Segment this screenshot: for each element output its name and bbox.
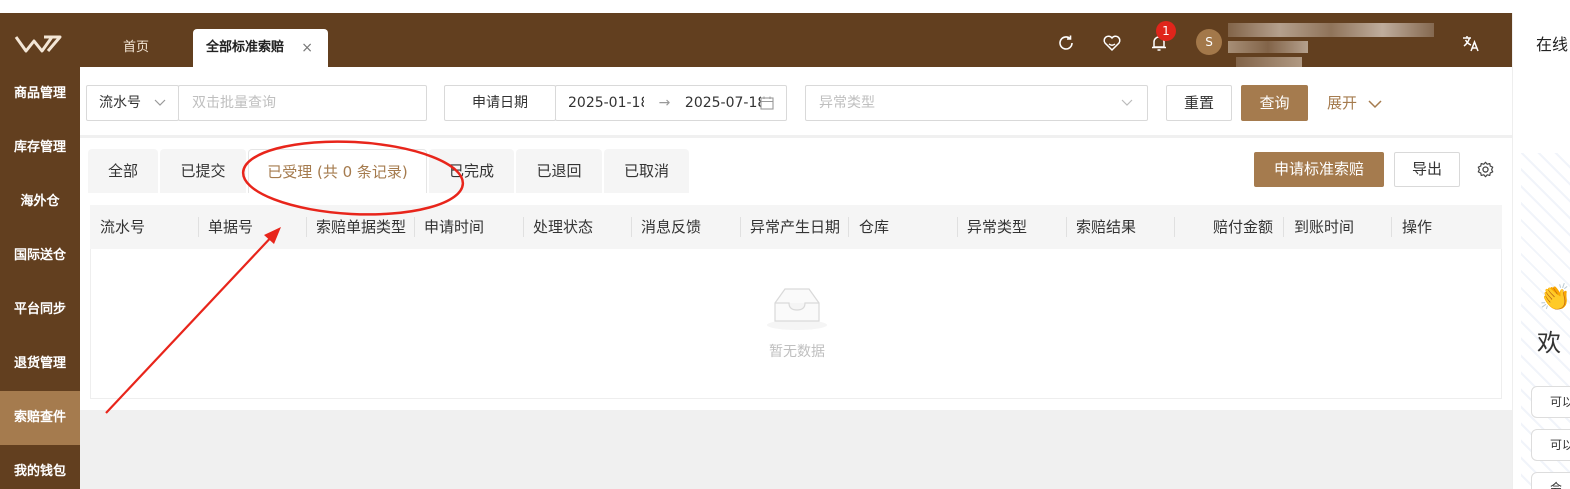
redacted-username [1228, 23, 1434, 37]
column-header: 赔付金额 [1213, 218, 1274, 236]
chat-panel: 在线 👏 欢 可以 可以 会 [1512, 13, 1570, 489]
tab-home[interactable]: 首页 [96, 29, 176, 67]
sidebar-item-claims[interactable]: 索赔查件 [0, 391, 80, 445]
reset-button[interactable]: 重置 [1166, 85, 1232, 121]
tab-returned[interactable]: 已退回 [516, 149, 602, 193]
tab-completed[interactable]: 已完成 [429, 149, 514, 193]
tab-cancelled[interactable]: 已取消 [604, 149, 689, 193]
column-divider [1391, 217, 1392, 237]
column-header: 操作 [1402, 218, 1433, 236]
column-header: 单据号 [208, 218, 254, 236]
calendar-icon [760, 96, 774, 110]
expand-toggle[interactable]: 展开 [1327, 85, 1382, 121]
chevron-down-icon [1368, 100, 1382, 109]
tab-label: 全部标准索赔 [206, 40, 285, 55]
tab-submitted[interactable]: 已提交 [160, 149, 246, 193]
exception-type-select[interactable]: 异常类型 [805, 85, 1148, 121]
table-header: 流水号 单据号 索赔单据类型 申请时间 处理状态 消息反馈 异常产生日期 仓库 … [90, 205, 1502, 249]
quick-question-button[interactable]: 可以 [1531, 386, 1570, 418]
empty-inbox-icon [767, 288, 827, 330]
sidebar-item-label: 商品管理 [13, 86, 66, 101]
date-start: 2025-01-18 [568, 95, 644, 111]
avatar[interactable]: S [1196, 29, 1222, 55]
table-body: 暂无数据 [90, 249, 1502, 399]
export-button[interactable]: 导出 [1394, 152, 1460, 187]
column-header: 消息反馈 [641, 218, 702, 236]
sidebar-item-wallet[interactable]: 我的钱包 [0, 445, 80, 489]
chevron-down-icon [154, 99, 166, 106]
quick-question-button[interactable]: 可以 [1531, 429, 1570, 461]
top-header: 首页 全部标准索赔 × 1 S [0, 13, 1512, 67]
column-header: 索赔单据类型 [316, 218, 407, 236]
column-divider [1066, 217, 1067, 237]
chat-panel-title: 在线 [1536, 35, 1569, 54]
date-end: 2025-07-18 [684, 95, 761, 111]
batch-search-input[interactable]: 双击批量查询 [178, 85, 427, 121]
batch-search-placeholder: 双击批量查询 [192, 95, 276, 111]
sidebar-item-products[interactable]: 商品管理 [0, 67, 80, 121]
close-icon[interactable]: × [301, 29, 313, 67]
sidebar: 商品管理 库存管理 海外仓 国际送仓 平台同步 退货管理 索赔查件 我的钱包 [0, 67, 80, 489]
tab-all[interactable]: 全部 [88, 149, 158, 193]
tab-all-standard-claims[interactable]: 全部标准索赔 × [193, 29, 328, 67]
sidebar-item-platform-sync[interactable]: 平台同步 [0, 283, 80, 337]
date-separator: → [658, 95, 671, 111]
expand-label: 展开 [1327, 94, 1358, 112]
column-divider [306, 217, 307, 237]
column-header: 仓库 [859, 218, 890, 236]
search-button[interactable]: 查询 [1241, 85, 1308, 121]
exception-type-placeholder: 异常类型 [819, 95, 875, 111]
waving-hand-icon: 👏 [1539, 283, 1570, 313]
notification-badge: 1 [1156, 21, 1176, 41]
empty-text: 暂无数据 [769, 344, 825, 360]
column-divider [414, 217, 415, 237]
sidebar-item-label: 库存管理 [13, 140, 66, 155]
column-divider [198, 217, 199, 237]
serial-select-value: 流水号 [99, 95, 141, 111]
sidebar-item-label: 平台同步 [13, 302, 66, 317]
date-type-select[interactable]: 申请日期 [444, 85, 556, 121]
column-header: 索赔结果 [1076, 218, 1137, 236]
welcome-text: 欢 [1537, 329, 1561, 357]
apply-standard-claim-button[interactable]: 申请标准索赔 [1254, 152, 1384, 187]
sidebar-item-label: 我的钱包 [13, 464, 66, 479]
column-header: 申请时间 [424, 218, 485, 236]
serial-select[interactable]: 流水号 [86, 85, 179, 121]
sidebar-item-international-delivery[interactable]: 国际送仓 [0, 229, 80, 283]
column-divider [1283, 217, 1284, 237]
column-header: 处理状态 [533, 218, 594, 236]
filter-bar: 流水号 双击批量查询 申请日期 2025-01-18 → 2025-07-18 … [80, 67, 1512, 135]
date-type-label: 申请日期 [472, 95, 528, 111]
column-divider [957, 217, 958, 237]
sidebar-item-inventory[interactable]: 库存管理 [0, 121, 80, 175]
logo-icon [14, 35, 62, 53]
column-header: 异常类型 [967, 218, 1028, 236]
translate-icon[interactable] [1461, 33, 1481, 53]
column-divider [631, 217, 632, 237]
column-header: 异常产生日期 [750, 218, 841, 236]
chevron-down-icon [1121, 99, 1133, 106]
tab-accepted[interactable]: 已受理 (共 0 条记录) [248, 149, 427, 193]
column-header: 到账时间 [1294, 218, 1355, 236]
redacted-username [1236, 57, 1302, 67]
tab-home-label: 首页 [122, 40, 149, 55]
app-window: 首页 全部标准索赔 × 1 S 商品管理 库存管理 海外仓 国际送仓 平台同步 … [0, 13, 1512, 489]
column-header: 流水号 [100, 218, 146, 236]
settings-gear-icon[interactable] [1477, 161, 1494, 178]
sidebar-item-returns[interactable]: 退货管理 [0, 337, 80, 391]
sidebar-item-label: 索赔查件 [13, 410, 66, 425]
redacted-username [1228, 41, 1308, 53]
column-divider [740, 217, 741, 237]
column-divider [523, 217, 524, 237]
quick-question-button[interactable]: 会 [1531, 472, 1570, 489]
sidebar-item-label: 海外仓 [20, 194, 60, 209]
column-divider [848, 217, 849, 237]
favorite-icon[interactable] [1102, 33, 1122, 53]
sidebar-item-overseas-warehouse[interactable]: 海外仓 [0, 175, 80, 229]
date-range-picker[interactable]: 2025-01-18 → 2025-07-18 [555, 85, 787, 121]
column-divider [1174, 217, 1175, 237]
refresh-icon[interactable] [1056, 33, 1076, 53]
sidebar-item-label: 退货管理 [13, 356, 66, 371]
sidebar-item-label: 国际送仓 [13, 248, 66, 263]
